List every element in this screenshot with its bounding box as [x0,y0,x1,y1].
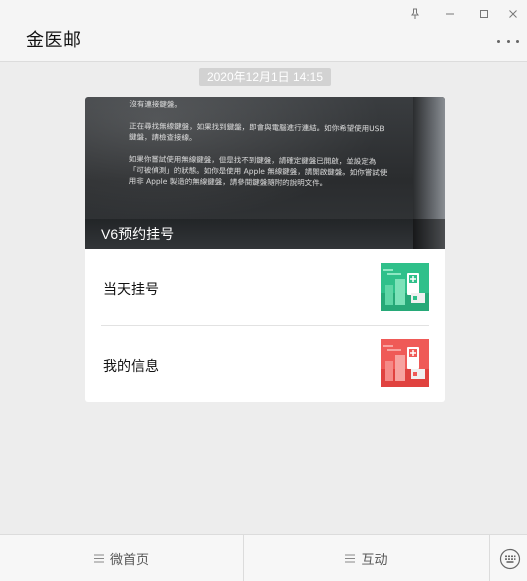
card-item-label: 我的信息 [103,358,159,374]
title-bar: 金医邮 [0,0,527,62]
message-timestamp: 2020年12月1日 14:15 [199,68,331,86]
menu-tab-label: 微首页 [109,552,149,567]
close-icon[interactable] [504,6,522,22]
cover-caption: V6预约挂号 [85,219,445,249]
maximize-icon[interactable] [475,6,493,22]
minimize-icon[interactable] [441,6,459,22]
card-item-label: 当天挂号 [103,281,159,297]
menu-tab-home[interactable]: 微首页 [0,535,243,581]
cover-screen-text: 沒有連接鍵盤。 正在尋找無線鍵盤，如果找到鍵盤，即會與電腦進行連結。如你希望使用… [128,99,388,188]
card-item-same-day-registration[interactable]: 当天挂号 [85,249,445,325]
menu-tab-label: 互动 [361,552,388,567]
card-item-my-info[interactable]: 我的信息 [85,326,445,402]
menu-separator [489,535,490,581]
menu-lines-icon [93,551,104,566]
menu-lines-icon [345,551,356,566]
more-icon[interactable] [497,34,519,48]
chat-title: 金医邮 [26,30,82,50]
article-card[interactable]: 沒有連接鍵盤。 正在尋找無線鍵盤，如果找到鍵盤，即會與電腦進行連結。如你希望使用… [85,97,445,402]
chat-window: 金医邮 2020年12月1日 14:15 沒有連接鍵盤。 正在尋找無線鍵盤，如果… [0,0,527,581]
menu-tab-interact[interactable]: 互动 [244,535,489,581]
bottom-menu-bar: 微首页 互动 [0,534,527,581]
hospital-building-icon [381,263,429,311]
hospital-building-icon [381,339,429,387]
cover-image[interactable]: 沒有連接鍵盤。 正在尋找無線鍵盤，如果找到鍵盤，即會與電腦進行連結。如你希望使用… [85,97,445,249]
pin-icon[interactable] [406,6,424,22]
keyboard-icon[interactable] [499,548,521,570]
